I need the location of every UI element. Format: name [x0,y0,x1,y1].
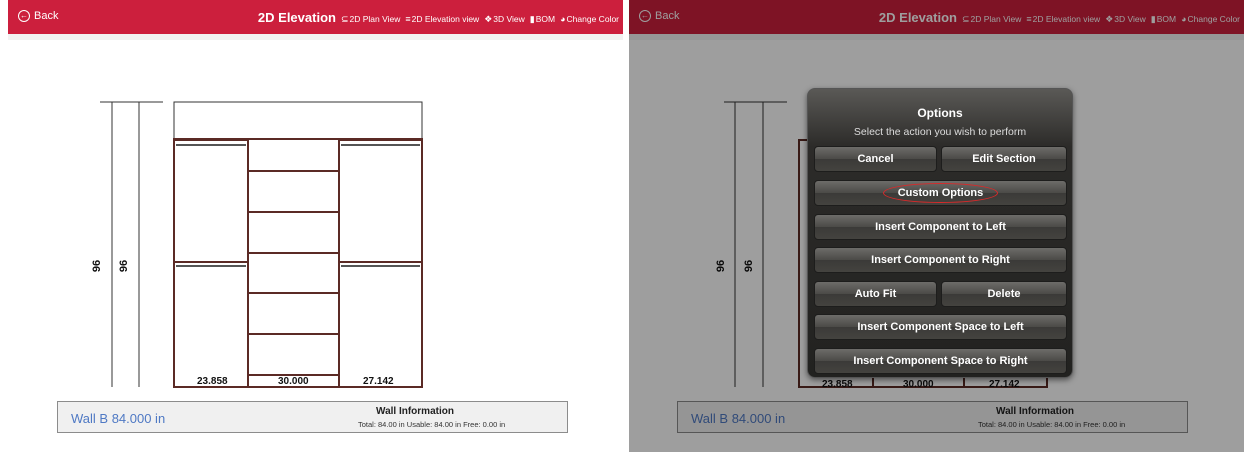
nav-bom[interactable]: ▮BOM [530,14,555,25]
wall-info-stats: Total: 84.00 in Usable: 84.00 in Free: 0… [358,420,506,429]
middle-shelves [248,170,339,376]
section-width-label: 27.142 [363,376,394,387]
cube-icon: ❖ [484,14,493,24]
back-button[interactable]: ← Back [18,10,58,22]
wall-name: Wall B 84.000 in [71,411,166,426]
screenshot-stage: ← Back 2D Elevation ⊆2D Plan View ≡2D El… [0,0,1244,452]
elevation-screen: ← Back 2D Elevation ⊆2D Plan View ≡2D El… [8,0,623,452]
view-nav: 2D Elevation ⊆2D Plan View ≡2D Elevation… [258,10,619,25]
insert-space-right-button[interactable]: Insert Component Space to Right [814,348,1067,374]
nav-label: 3D View [493,14,525,24]
delete-button[interactable]: Delete [941,281,1067,307]
options-dialog: Options Select the action you wish to pe… [807,88,1073,378]
palette-icon: ◕ [560,14,566,24]
section-width-label: 30.000 [278,376,309,387]
back-arrow-icon: ← [18,10,30,22]
page-title: 2D Elevation [257,10,336,25]
cancel-button[interactable]: Cancel [814,146,937,172]
auto-fit-button[interactable]: Auto Fit [814,281,937,307]
edit-section-button[interactable]: Edit Section [941,146,1067,172]
insert-space-left-button[interactable]: Insert Component Space to Left [814,314,1067,340]
elevation-canvas[interactable]: 96 96 23.858 30.000 27.142 Wall B 84.000… [8,40,623,452]
height-label: 96 [91,259,104,273]
insert-component-right-button[interactable]: Insert Component to Right [814,247,1067,273]
hanging-shelves [174,139,422,263]
custom-options-highlight: Custom Options [882,183,999,203]
nav-elevation-view[interactable]: ≡2D Elevation view [405,14,479,24]
plan-view-icon: ⊆ [340,14,349,24]
section-width-label: 23.858 [197,376,228,387]
dialog-subtitle: Select the action you wish to perform [853,126,1027,138]
elevation-view-icon: ≡ [405,14,411,24]
document-icon: ▮ [529,14,535,24]
hanging-rods [176,144,420,267]
nav-3d-view[interactable]: ❖3D View [484,14,525,25]
nav-label: 2D Plan View [349,14,401,24]
nav-label: Change Color [566,14,619,24]
top-shelf-box [173,101,423,140]
nav-change-color[interactable]: ◕Change Color [560,14,619,24]
height-label: 96 [118,259,131,273]
insert-component-left-button[interactable]: Insert Component to Left [814,214,1067,240]
closet-elevation-drawing [100,101,423,388]
nav-label: BOM [535,14,556,24]
nav-plan-view[interactable]: ⊆2D Plan View [341,14,400,25]
elevation-screen-with-dialog: ← Back 2D Elevation ⊆2D Plan View ≡2D El… [629,0,1244,452]
nav-label: 2D Elevation view [411,14,480,24]
dialog-title: Options [917,106,963,120]
wall-info-bar: Wall B 84.000 in Wall Information Total:… [57,401,568,433]
custom-options-button[interactable]: Custom Options [814,180,1067,206]
top-toolbar: ← Back 2D Elevation ⊆2D Plan View ≡2D El… [8,0,623,34]
back-label: Back [34,10,59,22]
wall-info-title: Wall Information [376,406,454,417]
